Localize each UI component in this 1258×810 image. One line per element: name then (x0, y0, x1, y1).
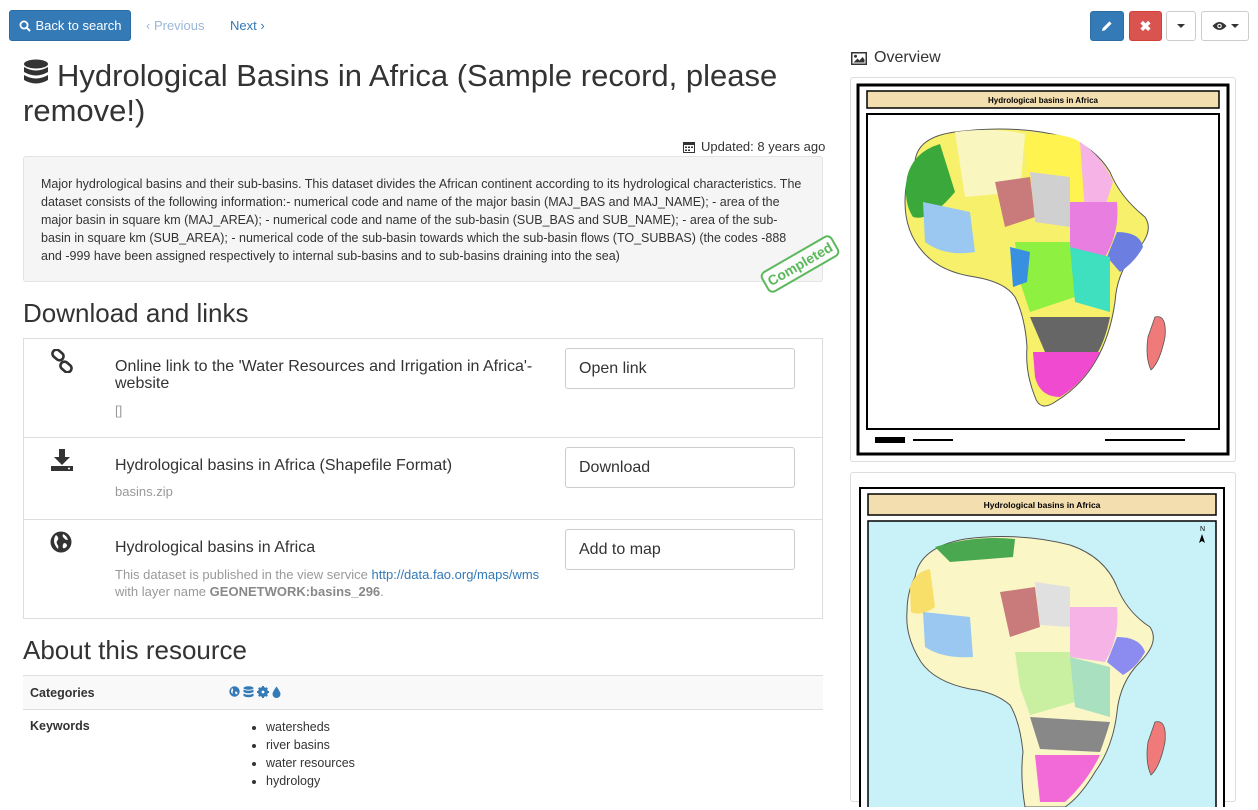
globe-icon[interactable] (229, 686, 240, 697)
overview-thumbnail[interactable]: Hydrological basins in Africa (850, 77, 1236, 462)
about-heading: About this resource (23, 635, 248, 665)
pencil-icon (1102, 21, 1112, 31)
close-icon: ✖ (1139, 17, 1152, 34)
keywords-row: Keywords watersheds river basins water r… (23, 709, 823, 799)
keyword-item[interactable]: watersheds (266, 718, 355, 736)
basins-map-image: Hydrological basins in Africa (856, 83, 1230, 456)
database-icon (24, 59, 48, 84)
thumb2-title: Hydrological basins in Africa (984, 500, 1101, 510)
map-row-sub: This dataset is published in the view se… (115, 566, 555, 600)
category-icons (229, 686, 281, 698)
layer-prefix: with layer name (115, 584, 207, 599)
link-row-title: Online link to the 'Water Resources and … (115, 358, 533, 392)
previous-link[interactable]: ‹ Previous (146, 18, 205, 33)
download-links-heading: Download and links (23, 298, 249, 328)
overview-heading: Overview (851, 49, 941, 67)
back-to-search-button[interactable]: Back to search (9, 10, 131, 41)
caret-down-icon (1177, 24, 1185, 28)
link-row-sub: [] (115, 403, 123, 418)
keywords-label: Keywords (30, 719, 90, 733)
download-button[interactable]: Download (565, 447, 795, 488)
download-row-sub: basins.zip (115, 484, 173, 499)
picture-icon (851, 51, 867, 65)
thumb1-title: Hydrological basins in Africa (988, 96, 1099, 105)
keyword-item[interactable]: hydrology (266, 772, 355, 790)
page-title-text: Hydrological Basins in Africa (Sample re… (23, 58, 778, 128)
view-mode-dropdown[interactable] (1201, 11, 1249, 41)
database-icon[interactable] (243, 686, 254, 698)
layer-name: GEONETWORK:basins_296 (209, 584, 381, 599)
download-row-title: Hydrological basins in Africa (Shapefile… (115, 457, 453, 474)
delete-button[interactable]: ✖ (1129, 11, 1162, 41)
overview-heading-text: Overview (874, 49, 941, 66)
drop-icon[interactable] (272, 686, 281, 698)
overview-thumbnail-2[interactable]: Hydrological basins in Africa N (850, 472, 1236, 810)
map-row: Hydrological basins in Africa This datas… (23, 519, 823, 619)
caret-down-icon (1230, 24, 1239, 28)
service-prefix: This dataset is published in the view se… (115, 567, 368, 582)
page-title: Hydrological Basins in Africa (Sample re… (23, 58, 843, 128)
add-to-map-button[interactable]: Add to map (565, 529, 795, 570)
link-icon (51, 349, 73, 373)
back-to-search-label: Back to search (35, 18, 122, 33)
gear-icon[interactable] (257, 686, 269, 698)
map-row-title: Hydrological basins in Africa (115, 539, 316, 556)
keyword-item[interactable]: water resources (266, 754, 355, 772)
eye-icon (1212, 22, 1226, 30)
globe-icon (50, 531, 72, 553)
edit-button[interactable] (1090, 11, 1124, 41)
north-letter: N (1200, 526, 1205, 533)
open-link-button[interactable]: Open link (565, 348, 795, 389)
categories-row: Categories (23, 675, 823, 709)
categories-label: Categories (30, 686, 95, 700)
updated-text: Updated: 8 years ago (701, 139, 826, 154)
next-link[interactable]: Next › (230, 18, 265, 33)
download-row: Hydrological basins in Africa (Shapefile… (23, 437, 823, 520)
layer-suffix: . (380, 584, 384, 599)
link-row: Online link to the 'Water Resources and … (23, 338, 823, 438)
more-actions-dropdown[interactable] (1166, 11, 1196, 41)
keyword-item[interactable]: river basins (266, 736, 355, 754)
updated-info: Updated: 8 years ago (683, 139, 825, 154)
search-icon (19, 20, 31, 32)
keywords-list: watersheds river basins water resources … (251, 718, 355, 790)
abstract: Major hydrological basins and their sub-… (23, 156, 823, 282)
calendar-icon (683, 141, 695, 153)
basins-map-image-2: Hydrological basins in Africa N (859, 487, 1225, 810)
download-icon (51, 449, 73, 471)
wms-service-link[interactable]: http://data.fao.org/maps/wms (372, 567, 540, 582)
